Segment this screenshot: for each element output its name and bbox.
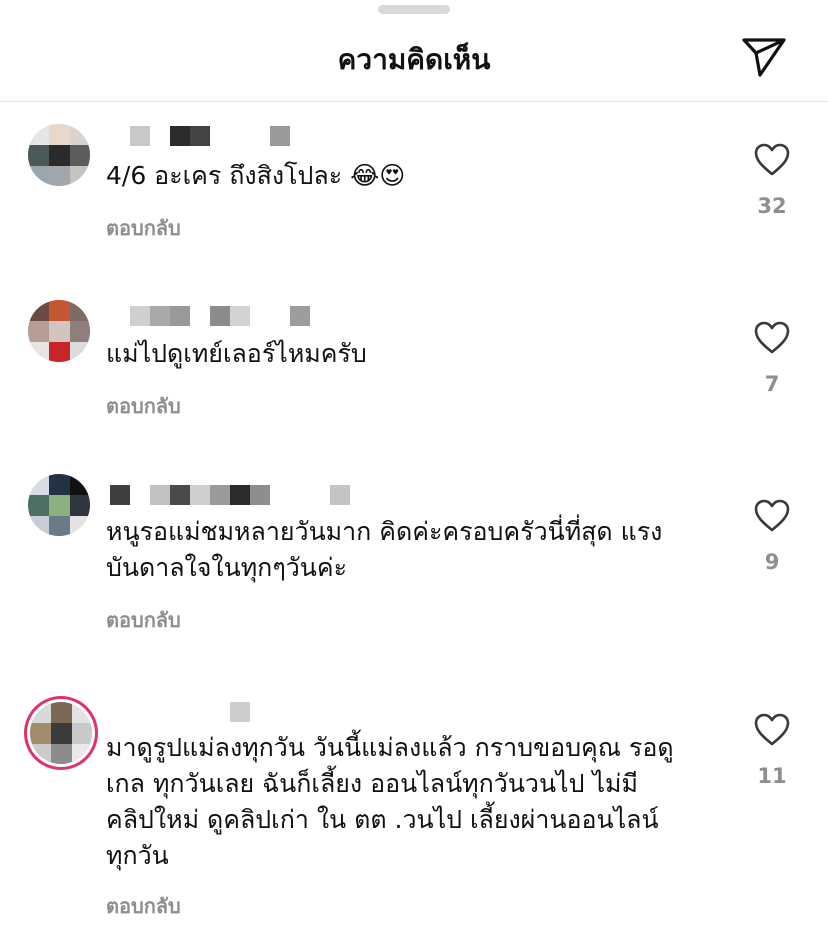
- send-icon[interactable]: [738, 33, 790, 79]
- like-count: 7: [764, 372, 780, 396]
- avatar[interactable]: [28, 124, 90, 186]
- comment-text: หนูรอแม่ชมหลายวันมาก คิดค่ะครอบครัวนี่ที…: [106, 517, 663, 582]
- comment-item: หนูรอแม่ชมหลายวันมาก คิดค่ะครอบครัวนี่ที…: [0, 464, 828, 634]
- avatar[interactable]: [28, 300, 90, 362]
- avatar[interactable]: [30, 702, 92, 764]
- reply-button[interactable]: ตอบกลับ: [106, 212, 181, 244]
- reply-button[interactable]: ตอบกลับ: [106, 390, 181, 422]
- avatar[interactable]: [28, 474, 90, 536]
- reply-button[interactable]: ตอบกลับ: [106, 890, 181, 922]
- comment-item: 4/6 อะเคร ถึงสิงโปละ 😂😍 ตอบกลับ 32: [0, 118, 828, 248]
- comment-text: 4/6 อะเคร ถึงสิงโปละ 😂😍: [106, 161, 406, 190]
- reply-button[interactable]: ตอบกลับ: [106, 604, 181, 636]
- heart-icon[interactable]: [753, 320, 791, 356]
- like-count: 9: [764, 550, 780, 574]
- comment-item: มาดูรูปแม่ลงทุกวัน วันนี้แม่ลงแล้ว กราบข…: [0, 688, 828, 928]
- heart-icon[interactable]: [753, 498, 791, 534]
- comment-text: มาดูรูปแม่ลงทุกวัน วันนี้แม่ลงแล้ว กราบข…: [106, 733, 674, 870]
- comments-sheet: ความคิดเห็น 4/6 อะเคร ถึงสิงโปละ 😂😍 ตอบก…: [0, 0, 828, 937]
- page-title: ความคิดเห็น: [337, 43, 491, 76]
- header: ความคิดเห็น: [0, 0, 828, 102]
- like-count: 11: [757, 764, 787, 788]
- comment-item: แม่ไปดูเทย์เลอร์ไหมครับ ตอบกลับ 7: [0, 296, 828, 426]
- heart-icon[interactable]: [753, 142, 791, 178]
- heart-icon[interactable]: [753, 712, 791, 748]
- like-count: 32: [757, 194, 787, 218]
- comment-text: แม่ไปดูเทย์เลอร์ไหมครับ: [106, 339, 367, 368]
